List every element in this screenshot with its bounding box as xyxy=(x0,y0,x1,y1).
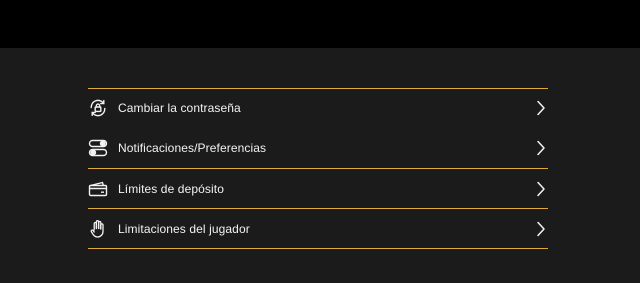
hand-stop-icon xyxy=(88,219,108,239)
menu-item-label: Limitaciones del jugador xyxy=(118,221,250,236)
chevron-right-icon xyxy=(534,220,548,238)
chevron-right-icon xyxy=(534,180,548,198)
chevron-right-icon xyxy=(534,99,548,117)
top-bar xyxy=(0,0,640,48)
menu-item-label: Cambiar la contraseña xyxy=(118,101,241,115)
chevron-right-icon xyxy=(534,139,548,157)
wallet-icon xyxy=(88,179,108,199)
toggles-icon xyxy=(88,138,108,158)
account-settings-menu: Cambiar la contraseña Notificaciones/Pre… xyxy=(88,88,548,249)
menu-item-notifications[interactable]: Notificaciones/Preferencias xyxy=(88,127,548,169)
menu-item-label: Límites de depósito xyxy=(118,181,224,196)
menu-item-label: Notificaciones/Preferencias xyxy=(118,140,267,155)
lock-refresh-icon xyxy=(88,98,108,118)
menu-item-change-password[interactable]: Cambiar la contraseña xyxy=(88,89,548,127)
menu-item-player-limitations[interactable]: Limitaciones del jugador xyxy=(88,209,548,249)
menu-item-deposit-limits[interactable]: Límites de depósito xyxy=(88,169,548,209)
